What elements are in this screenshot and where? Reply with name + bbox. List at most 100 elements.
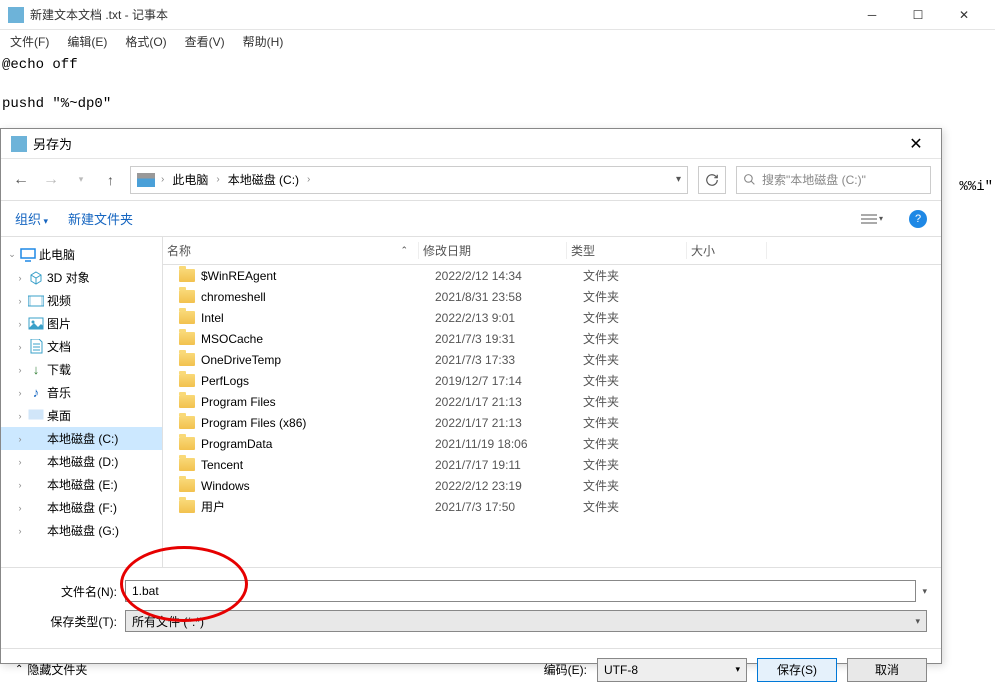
file-type: 文件夹 bbox=[583, 351, 703, 368]
organize-button[interactable]: 组织 bbox=[15, 209, 48, 228]
sidebar-item-label: 本地磁盘 (F:) bbox=[47, 499, 117, 516]
expand-icon[interactable]: ⌄ bbox=[7, 249, 17, 260]
overflow-text: %%i" bbox=[959, 179, 993, 195]
notepad-window: 新建文本文档 .txt - 记事本 ─ ☐ ✕ 文件(F) 编辑(E) 格式(O… bbox=[0, 0, 995, 130]
sidebar-item[interactable]: ›图片 bbox=[1, 312, 162, 335]
expand-icon[interactable]: › bbox=[15, 388, 25, 398]
sidebar-item-label: 此电脑 bbox=[39, 246, 75, 263]
sidebar-item[interactable]: ›视频 bbox=[1, 289, 162, 312]
file-name: Program Files (x86) bbox=[201, 416, 435, 430]
dialog-close-icon[interactable]: ✕ bbox=[901, 134, 931, 154]
sidebar-item[interactable]: ⌄ 此电脑 bbox=[1, 243, 162, 266]
minimize-button[interactable]: ─ bbox=[849, 1, 895, 29]
table-row[interactable]: Tencent2021/7/17 19:11文件夹 bbox=[163, 454, 941, 475]
menu-edit[interactable]: 编辑(E) bbox=[67, 33, 107, 50]
expand-icon[interactable]: › bbox=[15, 296, 25, 306]
table-row[interactable]: OneDriveTemp2021/7/3 17:33文件夹 bbox=[163, 349, 941, 370]
expand-icon[interactable]: › bbox=[15, 342, 25, 352]
new-folder-button[interactable]: 新建文件夹 bbox=[68, 209, 133, 228]
column-name[interactable]: 名称⌃ bbox=[163, 242, 419, 259]
sidebar-item[interactable]: ›文档 bbox=[1, 335, 162, 358]
encoding-select[interactable]: UTF-8 ▾ bbox=[597, 658, 747, 682]
filename-dropdown-icon[interactable]: ▾ bbox=[922, 586, 927, 597]
sidebar-item-label: 下载 bbox=[47, 361, 71, 378]
search-placeholder: 搜索"本地磁盘 (C:)" bbox=[762, 171, 866, 188]
menu-file[interactable]: 文件(F) bbox=[10, 33, 49, 50]
sidebar-item[interactable]: ›本地磁盘 (C:) bbox=[1, 427, 162, 450]
refresh-button[interactable] bbox=[698, 166, 726, 194]
sidebar-item[interactable]: › 本地磁盘 (F:) bbox=[1, 496, 162, 519]
video-icon bbox=[28, 293, 44, 309]
sidebar-item[interactable]: › 本地磁盘 (G:) bbox=[1, 519, 162, 542]
encoding-label: 编码(E): bbox=[544, 661, 587, 678]
address-dropdown-icon[interactable]: ▾ bbox=[676, 174, 681, 185]
expand-icon[interactable]: › bbox=[15, 365, 25, 375]
close-button[interactable]: ✕ bbox=[941, 1, 987, 29]
sidebar-item[interactable]: › 桌面 bbox=[1, 404, 162, 427]
menu-help[interactable]: 帮助(H) bbox=[243, 33, 284, 50]
3d-icon bbox=[28, 270, 44, 286]
file-date: 2021/7/3 17:33 bbox=[435, 353, 583, 367]
file-type: 文件夹 bbox=[583, 309, 703, 326]
save-button[interactable]: 保存(S) bbox=[757, 658, 837, 682]
cancel-button[interactable]: 取消 bbox=[847, 658, 927, 682]
expand-icon[interactable]: › bbox=[15, 526, 25, 536]
sidebar-item-label: 桌面 bbox=[47, 407, 71, 424]
dialog-bottom: 文件名(N): ▾ 保存类型(T): 所有文件 (*.*) ▾ bbox=[1, 567, 941, 648]
breadcrumb-segment[interactable]: 本地磁盘 (C:) bbox=[226, 171, 301, 188]
expand-icon[interactable]: › bbox=[15, 480, 25, 490]
sidebar-item[interactable]: ›本地磁盘 (D:) bbox=[1, 450, 162, 473]
forward-button[interactable]: → bbox=[41, 171, 61, 189]
chevron-right-icon[interactable]: › bbox=[307, 174, 310, 185]
file-date: 2022/1/17 21:13 bbox=[435, 416, 583, 430]
address-bar[interactable]: › 此电脑 › 本地磁盘 (C:) › ▾ bbox=[130, 166, 688, 194]
sidebar-item[interactable]: ›♪音乐 bbox=[1, 381, 162, 404]
sidebar-item-label: 本地磁盘 (G:) bbox=[47, 522, 119, 539]
expand-icon[interactable]: › bbox=[15, 503, 25, 513]
menu-format[interactable]: 格式(O) bbox=[125, 33, 166, 50]
file-date: 2021/8/31 23:58 bbox=[435, 290, 583, 304]
dialog-title: 另存为 bbox=[33, 134, 901, 153]
table-row[interactable]: MSOCache2021/7/3 19:31文件夹 bbox=[163, 328, 941, 349]
table-row[interactable]: Program Files2022/1/17 21:13文件夹 bbox=[163, 391, 941, 412]
table-row[interactable]: Windows2022/2/12 23:19文件夹 bbox=[163, 475, 941, 496]
up-button[interactable]: ↑ bbox=[101, 172, 120, 188]
filetype-select[interactable]: 所有文件 (*.*) ▾ bbox=[125, 610, 927, 632]
maximize-button[interactable]: ☐ bbox=[895, 1, 941, 29]
table-row[interactable]: 用户2021/7/3 17:50文件夹 bbox=[163, 496, 941, 517]
column-type[interactable]: 类型 bbox=[567, 242, 687, 259]
search-input[interactable]: 搜索"本地磁盘 (C:)" bbox=[736, 166, 931, 194]
file-name: chromeshell bbox=[201, 290, 435, 304]
sidebar-item[interactable]: ›本地磁盘 (E:) bbox=[1, 473, 162, 496]
breadcrumb-root[interactable]: 此电脑 bbox=[170, 171, 210, 188]
expand-icon[interactable]: › bbox=[15, 273, 25, 283]
back-button[interactable]: ← bbox=[11, 171, 31, 189]
table-row[interactable]: $WinREAgent2022/2/12 14:34文件夹 bbox=[163, 265, 941, 286]
table-row[interactable]: Program Files (x86)2022/1/17 21:13文件夹 bbox=[163, 412, 941, 433]
monitor-icon bbox=[20, 247, 36, 263]
hide-folders-toggle[interactable]: ⌃ 隐藏文件夹 bbox=[15, 661, 87, 678]
column-date[interactable]: 修改日期 bbox=[419, 242, 567, 259]
view-options-button[interactable]: ▾ bbox=[855, 213, 889, 225]
expand-icon[interactable]: › bbox=[15, 411, 25, 421]
chevron-right-icon[interactable]: › bbox=[161, 174, 164, 185]
column-size[interactable]: 大小 bbox=[687, 242, 767, 259]
filename-input[interactable] bbox=[125, 580, 916, 602]
table-row[interactable]: Intel2022/2/13 9:01文件夹 bbox=[163, 307, 941, 328]
sidebar-item[interactable]: ›3D 对象 bbox=[1, 266, 162, 289]
recent-dropdown[interactable]: ▾ bbox=[71, 174, 91, 185]
file-date: 2022/1/17 21:13 bbox=[435, 395, 583, 409]
expand-icon[interactable]: › bbox=[15, 434, 25, 444]
folder-icon bbox=[179, 500, 195, 513]
sidebar-item[interactable]: ›↓下载 bbox=[1, 358, 162, 381]
expand-icon[interactable]: › bbox=[15, 319, 25, 329]
chevron-right-icon[interactable]: › bbox=[216, 174, 219, 185]
table-row[interactable]: PerfLogs2019/12/7 17:14文件夹 bbox=[163, 370, 941, 391]
folder-icon bbox=[179, 437, 195, 450]
download-icon: ↓ bbox=[28, 362, 44, 378]
help-icon[interactable]: ? bbox=[909, 210, 927, 228]
expand-icon[interactable]: › bbox=[15, 457, 25, 467]
table-row[interactable]: chromeshell2021/8/31 23:58文件夹 bbox=[163, 286, 941, 307]
table-row[interactable]: ProgramData2021/11/19 18:06文件夹 bbox=[163, 433, 941, 454]
menu-view[interactable]: 查看(V) bbox=[185, 33, 225, 50]
